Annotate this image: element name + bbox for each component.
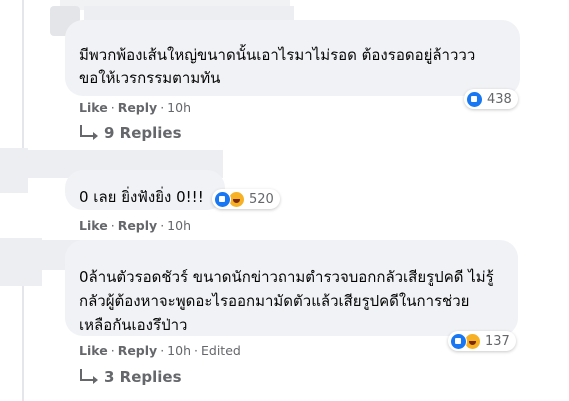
separator: · xyxy=(194,343,198,358)
like-icon xyxy=(214,190,231,208)
like-button[interactable]: Like xyxy=(79,218,108,233)
separator: · xyxy=(160,343,165,358)
view-replies-button[interactable]: 9 Replies xyxy=(80,124,182,142)
view-replies-button[interactable]: 3 Replies xyxy=(80,368,182,386)
reply-button[interactable]: Reply xyxy=(118,343,157,358)
reply-arrow-icon xyxy=(80,125,98,140)
reaction-count: 438 xyxy=(487,91,512,107)
blurred-avatar[interactable] xyxy=(0,148,28,193)
separator: · xyxy=(160,218,165,233)
reaction-count: 137 xyxy=(485,333,510,349)
edited-label[interactable]: Edited xyxy=(201,343,241,358)
reply-button[interactable]: Reply xyxy=(118,218,157,233)
reaction-count: 520 xyxy=(249,191,274,207)
timestamp[interactable]: 10h xyxy=(167,100,191,115)
comment-text: กลัวผู้ต้องหาจะพูดอะไรออกมามัดตัวแล้วเสี… xyxy=(79,292,470,310)
replies-label[interactable]: 9 Replies xyxy=(104,124,182,142)
like-button[interactable]: Like xyxy=(79,343,108,358)
comment-text: 0 เลย ยิ่งฟังยิ่ง 0!!! xyxy=(79,188,204,206)
thread-line xyxy=(22,0,24,150)
separator: · xyxy=(110,343,115,358)
comment-actions: Like · Reply · 10h xyxy=(79,218,191,233)
replies-label[interactable]: 3 Replies xyxy=(104,368,182,386)
like-icon xyxy=(466,90,483,108)
comment-text: 0ล้านตัวรอดชัวร์ ขนาดนักข่าวถามตำรวจบอกก… xyxy=(79,268,494,286)
comment-text: ขอให้เวรกรรมตามทัน xyxy=(79,69,221,87)
like-button[interactable]: Like xyxy=(79,100,108,115)
blurred-avatar[interactable] xyxy=(0,238,42,286)
reaction-summary[interactable]: 137 xyxy=(448,331,516,351)
comment-actions: Like · Reply · 10h xyxy=(79,100,191,115)
like-icon xyxy=(450,332,467,350)
comment-actions: Like · Reply · 10h · Edited xyxy=(79,343,241,358)
reply-button[interactable]: Reply xyxy=(118,100,157,115)
reaction-summary[interactable]: 438 xyxy=(464,89,518,109)
reply-arrow-icon xyxy=(80,369,98,384)
comment-text: มีพวกพ้องเส้นใหญ่ขนาดนั้นเอาไรมาไม่รอด ต… xyxy=(79,46,476,64)
timestamp[interactable]: 10h xyxy=(167,343,191,358)
separator: · xyxy=(160,100,165,115)
separator: · xyxy=(110,100,115,115)
separator: · xyxy=(110,218,115,233)
timestamp[interactable]: 10h xyxy=(167,218,191,233)
reaction-summary[interactable]: 520 xyxy=(212,189,280,209)
comment-text: เหลือกันเองรึป่าว xyxy=(79,316,188,334)
